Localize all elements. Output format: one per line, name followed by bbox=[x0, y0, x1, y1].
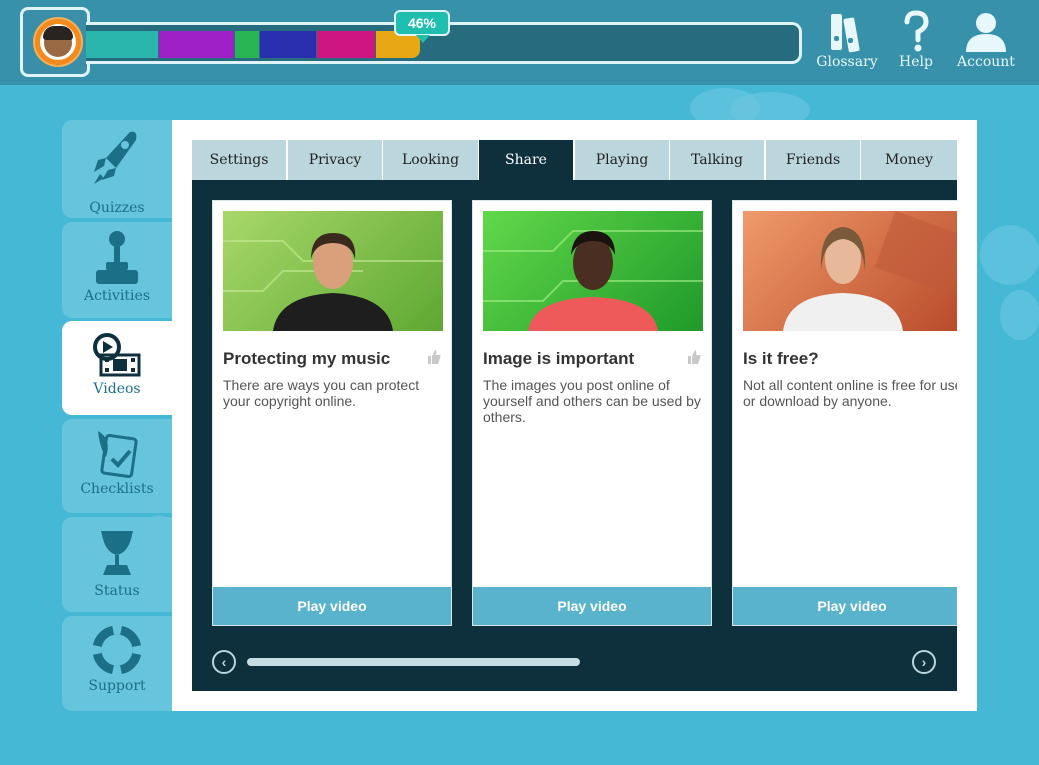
tab-looking[interactable]: Looking bbox=[383, 140, 478, 180]
video-carousel: Protecting my music There are ways you c… bbox=[192, 180, 957, 691]
progress-segment bbox=[159, 31, 234, 58]
trophy-icon bbox=[62, 517, 172, 583]
video-description: Not all content online is free for use o… bbox=[743, 377, 957, 409]
video-card: Image is important The images you post o… bbox=[472, 200, 712, 626]
tab-share[interactable]: Share bbox=[479, 140, 573, 180]
video-title: Is it free? bbox=[743, 349, 819, 368]
carousel-scrollbar[interactable] bbox=[247, 658, 580, 666]
sidebar-item-status[interactable]: Status bbox=[62, 517, 172, 612]
question-mark-icon bbox=[876, 8, 956, 54]
video-card: Is it free? Not all content online is fr… bbox=[732, 200, 957, 626]
account-label: Account bbox=[957, 54, 1015, 70]
sidebar-item-quizzes[interactable]: Quizzes bbox=[62, 120, 172, 218]
category-tabs: Settings Privacy Looking Share Playing T… bbox=[192, 140, 957, 180]
video-thumbnail[interactable] bbox=[483, 211, 703, 331]
sidebar-item-checklists[interactable]: Checklists bbox=[62, 419, 172, 513]
help-label: Help bbox=[899, 54, 933, 70]
progress-segment bbox=[260, 31, 316, 58]
user-icon bbox=[946, 8, 1026, 54]
video-description: There are ways you can protect your copy… bbox=[223, 377, 420, 409]
sidebar-item-label: Quizzes bbox=[89, 200, 145, 216]
tab-settings[interactable]: Settings bbox=[192, 140, 286, 180]
sidebar-item-videos[interactable]: Videos bbox=[62, 321, 172, 415]
progress-percent-badge: 46% bbox=[394, 10, 450, 43]
video-card: Protecting my music There are ways you c… bbox=[212, 200, 452, 626]
video-title: Image is important bbox=[483, 349, 635, 368]
progress-segment bbox=[235, 31, 259, 58]
lifebuoy-icon bbox=[62, 616, 172, 678]
help-button[interactable]: Help bbox=[876, 8, 956, 70]
video-description: The images you post online of yourself a… bbox=[483, 377, 701, 425]
tab-friends[interactable]: Friends bbox=[766, 140, 860, 180]
cloud-decoration bbox=[1000, 290, 1039, 340]
progress-segment bbox=[86, 31, 158, 58]
checklist-icon bbox=[62, 419, 172, 481]
tab-talking[interactable]: Talking bbox=[670, 140, 764, 180]
sidebar-item-activities[interactable]: Activities bbox=[62, 222, 172, 318]
cloud-decoration bbox=[980, 225, 1039, 285]
play-video-button[interactable]: Play video bbox=[733, 587, 957, 625]
sidebar-item-label: Status bbox=[94, 583, 140, 599]
video-title: Protecting my music bbox=[223, 349, 391, 368]
thumbs-up-icon[interactable] bbox=[687, 349, 701, 365]
play-video-button[interactable]: Play video bbox=[213, 587, 451, 625]
top-header: 46% Glossary Help Account bbox=[0, 0, 1039, 85]
progress-segment bbox=[317, 31, 375, 58]
play-video-button[interactable]: Play video bbox=[473, 587, 711, 625]
sidebar-item-label: Support bbox=[88, 678, 146, 694]
thumbs-up-icon[interactable] bbox=[427, 349, 441, 365]
glossary-label: Glossary bbox=[816, 54, 878, 70]
tab-playing[interactable]: Playing bbox=[575, 140, 669, 180]
tab-privacy[interactable]: Privacy bbox=[288, 140, 382, 180]
joystick-icon bbox=[62, 222, 172, 288]
video-thumbnail[interactable] bbox=[223, 211, 443, 331]
glossary-button[interactable]: Glossary bbox=[807, 8, 887, 70]
account-button[interactable]: Account bbox=[946, 8, 1026, 70]
carousel-next-button[interactable]: › bbox=[912, 650, 936, 674]
video-thumbnail[interactable] bbox=[743, 211, 957, 331]
sidebar-item-label: Videos bbox=[93, 381, 141, 397]
glossary-books-icon bbox=[807, 8, 887, 54]
carousel-prev-button[interactable]: ‹ bbox=[212, 650, 236, 674]
video-film-icon bbox=[62, 321, 172, 381]
sidebar-item-support[interactable]: Support bbox=[62, 616, 172, 711]
rocket-icon bbox=[62, 120, 172, 200]
avatar-box[interactable] bbox=[20, 7, 90, 77]
tab-money[interactable]: Money bbox=[861, 140, 957, 180]
sidebar-item-label: Activities bbox=[83, 288, 150, 304]
sidebar-item-label: Checklists bbox=[80, 481, 154, 497]
avatar[interactable] bbox=[33, 17, 83, 67]
